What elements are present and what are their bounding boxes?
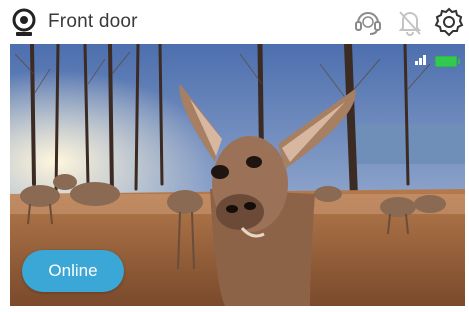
app-header: Front door	[0, 0, 469, 44]
feed-status	[415, 52, 460, 70]
signal-icon	[415, 52, 429, 70]
camera-feed[interactable]: Online	[10, 44, 465, 306]
gear-icon[interactable]	[433, 6, 465, 38]
headset-icon[interactable]	[352, 6, 384, 38]
battery-icon	[435, 55, 460, 67]
camera-icon	[10, 8, 38, 38]
online-status-button[interactable]: Online	[22, 250, 124, 292]
bell-off-icon[interactable]	[394, 6, 426, 38]
page-title: Front door	[48, 11, 138, 32]
